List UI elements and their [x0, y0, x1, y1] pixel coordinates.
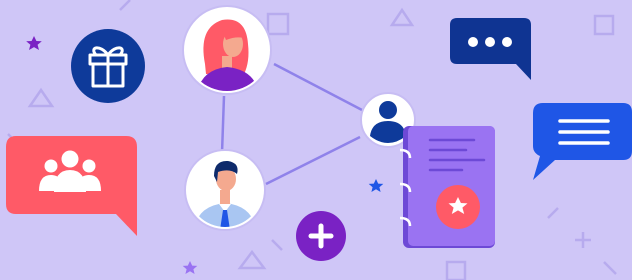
gift-badge[interactable] — [71, 29, 145, 103]
typing-dots-icon — [468, 37, 512, 47]
add-button[interactable] — [296, 211, 346, 261]
social-network-illustration — [0, 0, 632, 280]
notebook[interactable] — [399, 126, 495, 248]
